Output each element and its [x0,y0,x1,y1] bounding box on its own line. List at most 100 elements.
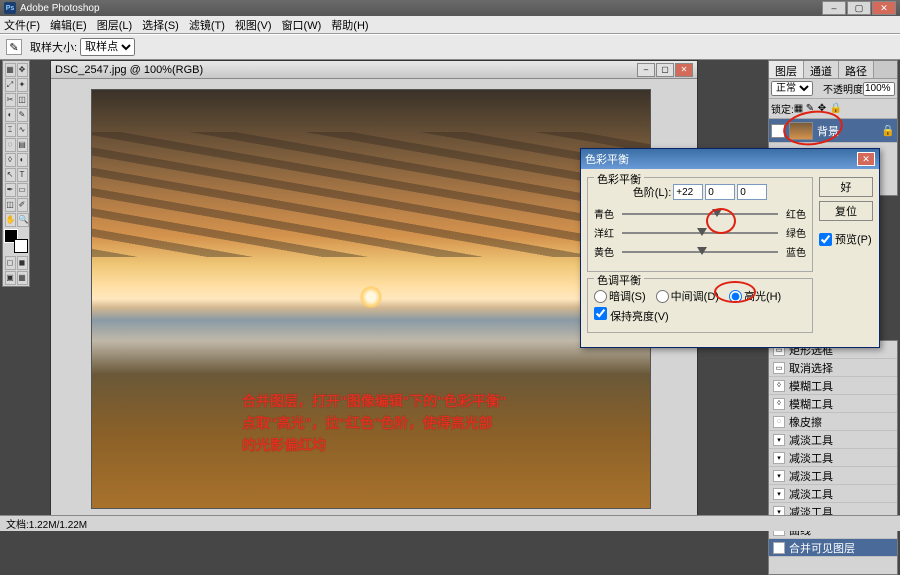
level-cyan-red[interactable] [673,184,703,200]
menu-edit[interactable]: 编辑(E) [50,17,87,33]
menubar: 文件(F) 编辑(E) 图层(L) 选择(S) 滤镜(T) 视图(V) 窗口(W… [0,16,900,34]
tool-zoom[interactable]: 🔍 [17,213,29,227]
history-item[interactable]: ◊模糊工具 [769,377,897,395]
options-bar: ✎ 取样大小: 取样点 [0,34,900,60]
history-item-icon: ◊ [773,398,785,410]
history-item-icon: ◌ [773,416,785,428]
history-item-icon: ▾ [773,452,785,464]
dialog-close-button[interactable]: ✕ [857,152,875,166]
cancel-button[interactable]: 复位 [819,201,873,221]
menu-filter[interactable]: 滤镜(T) [189,17,225,33]
history-item-icon: ◊ [773,380,785,392]
tool-shape[interactable]: ▭ [17,183,28,197]
tool-blur[interactable]: ◊ [5,153,16,167]
menu-select[interactable]: 选择(S) [142,17,179,33]
menu-view[interactable]: 视图(V) [235,17,272,33]
lock-transparent-icon[interactable]: ▦ [794,103,806,115]
radio-midtones[interactable]: 中间调(D) [656,288,719,304]
blend-mode-select[interactable]: 正常 [771,81,813,96]
screen-mode-icon[interactable]: ▣ [5,271,16,285]
history-item[interactable]: ▭取消选择 [769,359,897,377]
history-item[interactable]: ▾减淡工具 [769,467,897,485]
tool-pen[interactable]: ✒ [5,183,16,197]
tool-path[interactable]: ↖ [5,168,16,182]
quickmask-icon[interactable]: ◻ [5,256,16,270]
tool-dodge[interactable]: ◐ [17,153,28,167]
lock-move-icon[interactable]: ✥ [818,103,830,115]
tool-lasso[interactable]: ⤢ [5,78,16,92]
menu-help[interactable]: 帮助(H) [331,17,368,33]
radio-shadows[interactable]: 暗调(S) [594,288,646,304]
tab-layers[interactable]: 图层 [769,61,804,78]
lock-paint-icon[interactable]: ✎ [806,103,818,115]
layer-row-background[interactable]: 👁 背景 🔒 [769,119,897,143]
tool-stamp[interactable]: ⌶ [5,123,16,137]
slider-yellow-blue[interactable] [622,245,778,259]
level-magenta-green[interactable] [705,184,735,200]
document-titlebar: DSC_2547.jpg @ 100%(RGB) – ▢ ✕ [51,61,697,79]
tool-heal[interactable]: ◐ [5,108,16,122]
visibility-icon[interactable]: 👁 [771,124,785,138]
opacity-label: 不透明度 [823,81,863,96]
ok-button[interactable]: 好 [819,177,873,197]
checkbox-preserve-luminosity[interactable]: 保持亮度(V) [594,307,669,324]
tab-paths[interactable]: 路径 [839,61,874,78]
canvas[interactable]: 合并图层，打开"图像编辑"下的"色彩平衡" 点取"高光"，拉"红色"色阶，使得高… [91,89,651,509]
history-item-label: 减淡工具 [789,432,833,448]
doc-maximize-button[interactable]: ▢ [656,63,674,77]
quickmask-on-icon[interactable]: ◼ [17,256,28,270]
tool-hand[interactable]: ✋ [5,213,17,227]
history-item-label: 减淡工具 [789,450,833,466]
tool-marquee[interactable]: ▦ [5,63,16,77]
lock-indicator-icon: 🔒 [881,124,895,137]
history-footer[interactable]: ▾ 合并可见图层 [769,539,897,557]
doc-close-button[interactable]: ✕ [675,63,693,77]
opacity-input[interactable] [863,82,895,96]
color-swatch[interactable] [4,229,28,253]
toolbox: ▦✥ ⤢✦ ✂◫ ◐✎ ⌶∿ ◌▤ ◊◐ ↖T ✒▭ ◫✐ ✋🔍 ◻◼ ▣▦ [2,60,30,287]
close-button[interactable]: ✕ [872,1,896,15]
tool-crop[interactable]: ✂ [5,93,16,107]
radio-highlights[interactable]: 高光(H) [729,288,781,304]
history-item[interactable]: ▾减淡工具 [769,485,897,503]
tool-eraser[interactable]: ◌ [5,138,16,152]
tool-wand[interactable]: ✦ [17,78,28,92]
maximize-button[interactable]: ▢ [847,1,871,15]
menu-window[interactable]: 窗口(W) [282,17,322,33]
sample-size-label: 取样大小: [30,39,77,55]
history-item-icon: ▾ [773,488,785,500]
tool-type[interactable]: T [17,168,28,182]
history-item[interactable]: ◌ 橡皮擦 [769,413,897,431]
sample-size-select[interactable]: 取样点 [80,38,135,56]
menu-file[interactable]: 文件(F) [4,17,40,33]
eyedropper-icon[interactable]: ✎ [6,39,22,55]
history-item-icon: ▾ [773,434,785,446]
history-item-label: 橡皮擦 [789,414,822,430]
history-panel: ▭矩形选框▭取消选择◊模糊工具◊模糊工具◌橡皮擦▾减淡工具▾减淡工具▾减淡工具▾… [768,340,898,575]
history-item[interactable]: ▾ 减淡工具 [769,449,897,467]
dialog-titlebar[interactable]: 色彩平衡 ✕ [581,149,879,169]
history-item[interactable]: ◊ 模糊工具 [769,395,897,413]
tool-slice[interactable]: ◫ [17,93,28,107]
layer-name: 背景 [817,123,839,139]
tool-eyedropper[interactable]: ✐ [17,198,28,212]
annotation-text: 合并图层，打开"图像编辑"下的"色彩平衡" 点取"高光"，拉"红色"色阶，使得高… [242,390,507,456]
tool-notes[interactable]: ◫ [5,198,16,212]
checkbox-preview[interactable]: 预览(P) [819,231,873,247]
tool-move[interactable]: ✥ [17,63,28,77]
lock-all-icon[interactable]: 🔒 [830,103,842,115]
history-item[interactable]: ▾ 减淡工具 [769,431,897,449]
screen-mode2-icon[interactable]: ▦ [17,271,28,285]
tool-history-brush[interactable]: ∿ [17,123,28,137]
slider-cyan-red[interactable] [622,207,778,221]
level-yellow-blue[interactable] [737,184,767,200]
canvas-sun [360,286,382,308]
history-item-label: 模糊工具 [789,396,833,412]
tab-channels[interactable]: 通道 [804,61,839,78]
tool-gradient[interactable]: ▤ [17,138,28,152]
doc-minimize-button[interactable]: – [637,63,655,77]
slider-magenta-green[interactable] [622,226,778,240]
minimize-button[interactable]: – [822,1,846,15]
tool-brush[interactable]: ✎ [17,108,28,122]
menu-layer[interactable]: 图层(L) [97,17,132,33]
